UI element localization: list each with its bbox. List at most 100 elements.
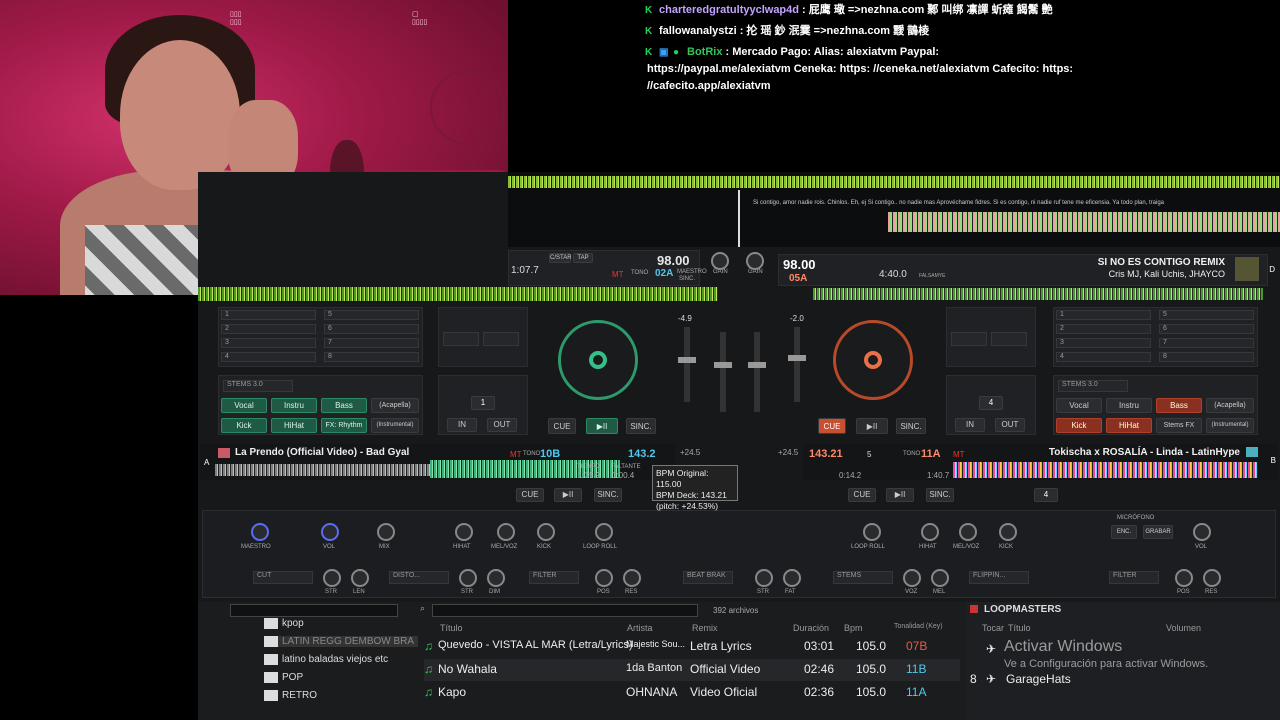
mic-vol-knob[interactable] [1193,523,1211,541]
len-knob[interactable] [351,569,369,587]
deck-b-cue-button[interactable]: CUE [848,488,876,502]
play-button-left[interactable]: ▶II [586,418,618,434]
deck-d-waveform[interactable] [813,288,1263,300]
stem-pad-stems-fx[interactable]: Stems FX [1156,418,1202,433]
deck-b-sync-button[interactable]: SINC. [926,488,954,502]
fx-slot-disto[interactable]: DISTO... [389,571,449,584]
deck-a-sync-button[interactable]: SINC. [594,488,622,502]
stem-pad-bass[interactable]: Bass [321,398,367,413]
sampler-slot[interactable] [443,332,479,346]
cstar-button[interactable]: C/STAR [549,253,572,263]
voz-knob[interactable] [903,569,921,587]
str-knob[interactable] [323,569,341,587]
res-knob-left[interactable] [623,569,641,587]
track-row[interactable]: ♫ Quevedo - VISTA AL MAR (Letra/Lyrics) … [424,636,960,658]
deck-a-play-button[interactable]: ▶II [554,488,582,502]
stem-pad-instrumental[interactable]: (Instrumental) [371,418,419,433]
sync-button-left[interactable]: SINC. [626,418,656,434]
play-button-right[interactable]: ▶II [856,418,888,434]
mel-knob[interactable] [931,569,949,587]
sampler-slot[interactable] [951,332,987,346]
track-row[interactable]: ♫ Kapo OHNANA Video Oficial 02:36 105.0 … [424,682,960,704]
folder-item[interactable]: latino baladas viejos etc [264,654,388,665]
fat-knob[interactable] [783,569,801,587]
sample-play-icon[interactable]: ✈ [986,672,996,686]
hotcue-slot[interactable]: 1 [221,310,316,320]
stem-pad-hihat[interactable]: HiHat [271,418,317,433]
gain-knob-right[interactable] [746,252,764,270]
hotcue-slot[interactable]: 2 [221,324,316,334]
loop-in-button[interactable]: IN [447,418,477,432]
column-header-artist[interactable]: Artista [627,623,653,633]
stem-pad-acapella[interactable]: (Acapella) [371,398,419,413]
deck-b-waveform[interactable] [953,462,1258,478]
sampler-slot[interactable] [483,332,519,346]
loop-size-value[interactable]: 4 [979,396,1003,410]
pitch-fader-left[interactable] [678,327,696,402]
hotcue-slot[interactable]: 6 [1159,324,1254,334]
deck-b-loop-size[interactable]: 4 [1034,488,1058,502]
deck-a-cue-button[interactable]: CUE [516,488,544,502]
loop-in-button[interactable]: IN [955,418,985,432]
stem-pad-kick[interactable]: Kick [221,418,267,433]
stem-pad-instru[interactable]: Instru [271,398,317,413]
fx-slot-filter-left[interactable]: FILTER [529,571,579,584]
volume-fader-left[interactable] [714,332,732,412]
hihat-knob-left[interactable] [455,523,473,541]
str-knob-2[interactable] [459,569,477,587]
pitch-fader-right[interactable] [788,327,806,402]
hotcue-slot[interactable]: 8 [1159,352,1254,362]
loop-size-value[interactable]: 1 [471,396,495,410]
column-header-bpm[interactable]: Bpm [844,623,863,633]
sync-button-right[interactable]: SINC. [896,418,926,434]
deck-b-play-button[interactable]: ▶II [886,488,914,502]
record-button[interactable]: GRABAR [1143,525,1173,539]
stems-dropdown[interactable]: STEMS 3.0 [223,380,293,392]
fx-slot-flippin[interactable]: FLIPPIN... [969,571,1029,584]
folder-item[interactable]: RETRO [264,690,317,701]
hihat-knob-right[interactable] [921,523,939,541]
folder-item[interactable]: kpop [264,618,304,629]
stem-pad-vocal[interactable]: Vocal [221,398,267,413]
melvoz-knob-right[interactable] [959,523,977,541]
hotcue-slot[interactable]: 7 [324,338,419,348]
deck-c-waveform[interactable] [198,287,718,301]
stem-pad-instrumental[interactable]: (Instrumental) [1206,418,1254,433]
hotcue-slot[interactable]: 4 [1056,352,1151,362]
loop-out-button[interactable]: OUT [487,418,517,432]
folder-search-input[interactable] [230,604,398,617]
loop-out-button[interactable]: OUT [995,418,1025,432]
hotcue-slot[interactable]: 6 [324,324,419,334]
column-header-key[interactable]: Tonalidad (Key) [894,623,943,630]
loop-roll-knob-right[interactable] [863,523,881,541]
hotcue-slot[interactable]: 5 [1159,310,1254,320]
mix-knob[interactable] [377,523,395,541]
hotcue-slot[interactable]: 3 [221,338,316,348]
volume-fader-right[interactable] [748,332,766,412]
stem-pad-kick[interactable]: Kick [1056,418,1102,433]
stem-pad-bass[interactable]: Bass [1156,398,1202,413]
tap-button[interactable]: TAP [573,253,593,263]
folder-item-selected[interactable]: LATIN REGG DEMBOW BRA [264,636,419,648]
stem-pad-vocal[interactable]: Vocal [1056,398,1102,413]
fx-slot-beat-break[interactable]: BEAT BRAK [683,571,733,584]
gain-knob-left[interactable] [711,252,729,270]
stem-pad-fx-rhythm[interactable]: FX: Rhythm [321,418,367,433]
jogwheel-right[interactable] [833,320,913,400]
hotcue-slot[interactable]: 4 [221,352,316,362]
column-header-title[interactable]: Título [440,623,463,633]
cue-button-right[interactable]: CUE [818,418,846,434]
folder-item[interactable]: POP [264,672,303,683]
cue-button-left[interactable]: CUE [548,418,576,434]
pos-knob-left[interactable] [595,569,613,587]
fx-slot-filter-right[interactable]: FILTER [1109,571,1159,584]
melvoz-knob-left[interactable] [497,523,515,541]
res-knob-right[interactable] [1203,569,1221,587]
stems-dropdown[interactable]: STEMS 3.0 [1058,380,1128,392]
overview-waveform[interactable]: Si contigo, amor nadie rois. Chinlos. Eh… [508,172,1280,247]
stem-pad-acapella[interactable]: (Acapella) [1206,398,1254,413]
mic-enable-button[interactable]: ENC. [1111,525,1137,539]
master-knob[interactable] [251,523,269,541]
column-header-remix[interactable]: Remix [692,623,718,633]
str-knob-mid[interactable] [755,569,773,587]
